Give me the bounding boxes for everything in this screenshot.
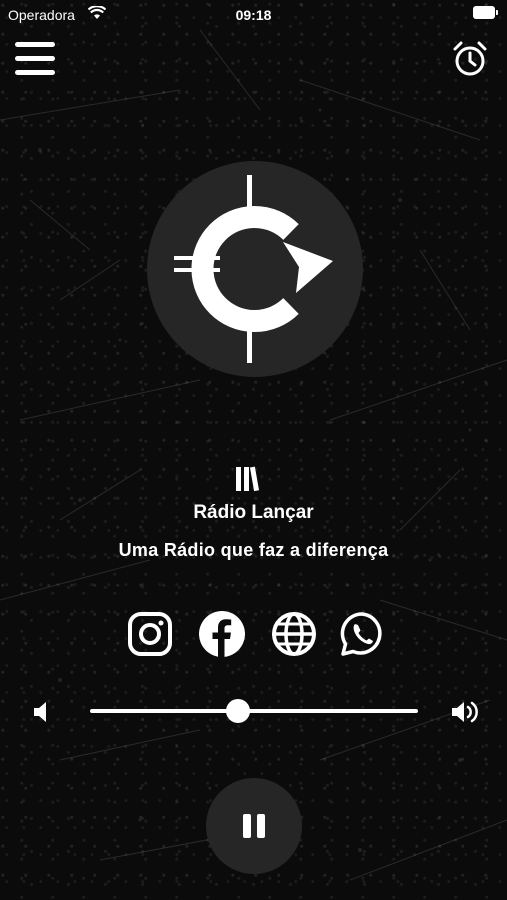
station-slogan: Uma Rádio que faz a diferença	[118, 540, 389, 560]
pause-icon	[243, 814, 251, 838]
status-time: 09:18	[235, 7, 272, 23]
battery-icon	[473, 6, 498, 19]
volume-slider[interactable]	[90, 699, 418, 723]
grunge-background	[0, 0, 507, 900]
menu-button[interactable]	[15, 42, 55, 76]
alarm-clock-icon[interactable]	[451, 40, 489, 78]
volume-slider-thumb[interactable]	[225, 699, 250, 723]
station-logo-icon	[174, 175, 333, 363]
pause-button[interactable]	[206, 778, 302, 874]
social-links	[0, 610, 507, 660]
volume-low-icon	[34, 702, 46, 722]
status-bar: Operadora 09:18	[0, 0, 507, 30]
station-name: Rádio Lançar	[193, 502, 314, 523]
station-logo	[147, 161, 363, 377]
globe-icon[interactable]	[270, 610, 318, 658]
facebook-icon[interactable]	[198, 610, 246, 658]
equalizer-bars-icon	[236, 466, 260, 492]
hamburger-icon	[15, 42, 55, 47]
whatsapp-icon[interactable]	[338, 610, 386, 658]
volume-high-icon	[452, 701, 478, 723]
instagram-icon[interactable]	[126, 610, 174, 658]
